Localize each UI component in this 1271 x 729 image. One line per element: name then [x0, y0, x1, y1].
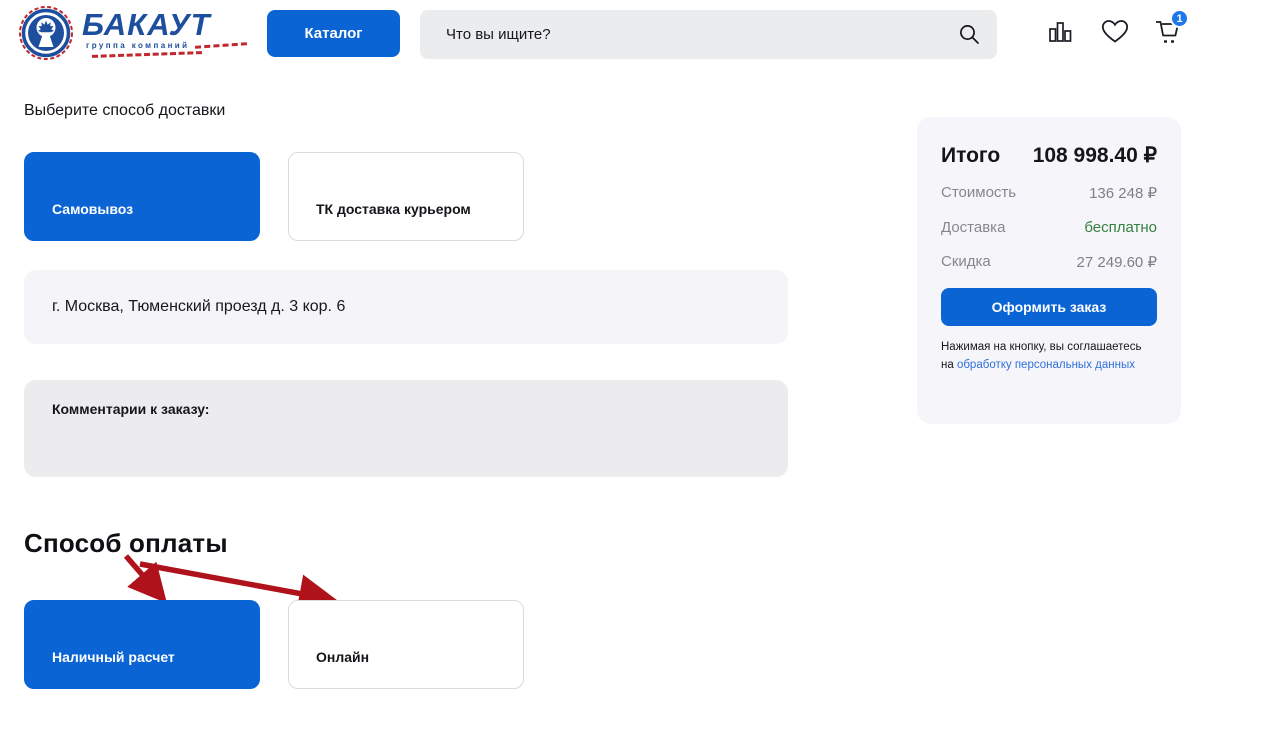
compare-icon[interactable]: [1046, 18, 1076, 52]
place-order-button[interactable]: Оформить заказ: [941, 288, 1157, 326]
order-summary-card: Итого 108 998.40 ₽ Стоимость 136 248 ₽ Д…: [917, 117, 1181, 424]
logo[interactable]: БАКАУТ группа компаний: [18, 5, 247, 66]
disclaimer-line1: Нажимая на кнопку, вы соглашаетесь: [941, 341, 1141, 353]
logo-text: БАКАУТ группа компаний: [82, 10, 247, 56]
catalog-button[interactable]: Каталог: [267, 10, 400, 57]
logo-subtitle: группа компаний: [86, 41, 189, 50]
delivery-address-field[interactable]: г. Москва, Тюменский проезд д. 3 кор. 6: [24, 270, 788, 344]
personal-data-link[interactable]: обработку персональных данных: [957, 359, 1135, 371]
payment-option-cash[interactable]: Наличный расчет: [24, 600, 260, 689]
summary-row-value: 27 249.60 ₽: [1077, 253, 1157, 271]
total-label: Итого: [941, 144, 1000, 168]
checkout-page: БАКАУТ группа компаний Каталог: [0, 0, 1271, 729]
logo-dash-decor: [195, 42, 247, 49]
delivery-address-text: г. Москва, Тюменский проезд д. 3 кор. 6: [52, 298, 345, 316]
cart-icon[interactable]: 1: [1152, 16, 1182, 50]
order-comments-label: Комментарии к заказу:: [52, 401, 209, 417]
delivery-option-courier[interactable]: ТК доставка курьером: [288, 152, 524, 241]
payment-section-title: Способ оплаты: [24, 528, 228, 559]
consent-disclaimer: Нажимая на кнопку, вы соглашаетесь на об…: [941, 339, 1157, 375]
summary-row-cost: Стоимость 136 248 ₽: [941, 184, 1157, 202]
search-bar: [420, 10, 997, 59]
search-icon[interactable]: [957, 22, 981, 46]
total-value: 108 998.40 ₽: [1033, 143, 1157, 168]
favorites-heart-icon[interactable]: [1100, 17, 1130, 51]
summary-row-value: 136 248 ₽: [1089, 184, 1157, 202]
logo-icon: [18, 5, 74, 66]
summary-row-discount: Скидка 27 249.60 ₽: [941, 253, 1157, 271]
cart-badge: 1: [1170, 9, 1189, 28]
summary-row-label: Скидка: [941, 253, 991, 271]
summary-row-value-free: бесплатно: [1084, 219, 1157, 236]
order-comments-field[interactable]: Комментарии к заказу:: [24, 380, 788, 477]
payment-option-online[interactable]: Онлайн: [288, 600, 524, 689]
logo-title: БАКАУТ: [82, 10, 247, 40]
header: БАКАУТ группа компаний Каталог: [0, 0, 1271, 70]
summary-row-label: Стоимость: [941, 184, 1016, 202]
delivery-section-title: Выберите способ доставки: [24, 102, 225, 120]
summary-row-label: Доставка: [941, 219, 1005, 236]
logo-dash-decor: [92, 51, 202, 58]
delivery-option-pickup[interactable]: Самовывоз: [24, 152, 260, 241]
search-input[interactable]: [420, 10, 997, 59]
summary-row-delivery: Доставка бесплатно: [941, 219, 1157, 236]
disclaimer-line2-prefix: на: [941, 359, 957, 371]
